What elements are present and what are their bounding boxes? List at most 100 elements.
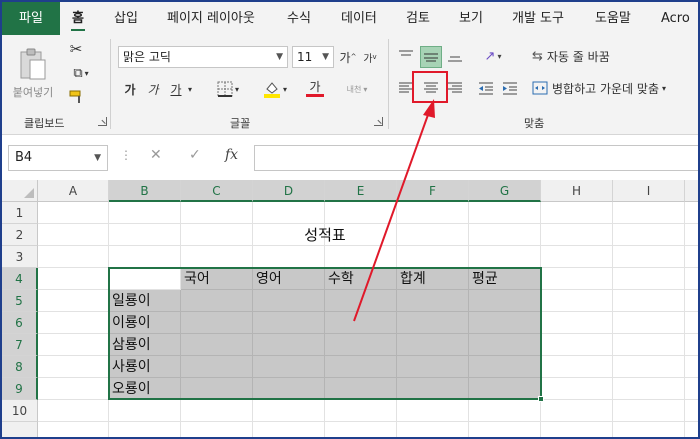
select-all-button[interactable] [2, 180, 38, 202]
cell[interactable] [109, 202, 181, 224]
cell[interactable] [38, 356, 109, 378]
cell[interactable] [253, 422, 325, 437]
name-cell[interactable]: 삼룡이 [109, 334, 181, 356]
font-launcher-icon[interactable] [374, 117, 383, 126]
cell[interactable] [397, 334, 469, 356]
cell[interactable] [469, 422, 541, 437]
column-header[interactable]: F [397, 180, 469, 202]
cell[interactable] [469, 312, 541, 334]
cell[interactable] [541, 202, 613, 224]
name-cell[interactable]: 일룡이 [109, 290, 181, 312]
phonetic-guide-icon[interactable]: 내천 ▾ [342, 79, 372, 99]
cell[interactable] [181, 378, 253, 400]
cell[interactable] [325, 312, 397, 334]
cell[interactable] [38, 422, 109, 437]
cell[interactable] [613, 334, 685, 356]
tab-data[interactable]: 데이터 [341, 2, 377, 35]
cell[interactable] [541, 246, 613, 268]
cell[interactable] [325, 400, 397, 422]
cell[interactable] [397, 246, 469, 268]
cell[interactable] [541, 400, 613, 422]
font-size-select[interactable]: 11 ▼ [292, 46, 334, 68]
bottom-align-icon[interactable] [445, 46, 465, 66]
cancel-icon[interactable]: ✕ [150, 147, 162, 163]
cell[interactable] [685, 246, 698, 268]
tab-help[interactable]: 도움말 [595, 2, 631, 35]
row-header[interactable]: 1 [2, 202, 38, 224]
name-cell[interactable]: 이룡이 [109, 312, 181, 334]
column-header[interactable]: I [613, 180, 685, 202]
cell[interactable] [541, 268, 613, 290]
cell[interactable] [541, 356, 613, 378]
tab-review[interactable]: 검토 [406, 2, 430, 35]
cell[interactable] [613, 224, 685, 246]
cell[interactable] [469, 224, 541, 246]
column-header[interactable]: H [541, 180, 613, 202]
cell[interactable] [469, 378, 541, 400]
format-painter-icon[interactable] [66, 87, 86, 107]
cell[interactable] [469, 202, 541, 224]
borders-icon[interactable]: ▾ [213, 79, 243, 99]
name-cell[interactable]: 사룡이 [109, 356, 181, 378]
fill-color-icon[interactable]: ▾ [258, 79, 292, 99]
cell[interactable] [325, 378, 397, 400]
cell[interactable] [469, 246, 541, 268]
cell[interactable] [181, 290, 253, 312]
cell[interactable] [397, 312, 469, 334]
row-header[interactable]: 10 [2, 400, 38, 422]
cell[interactable] [541, 378, 613, 400]
font-color-button[interactable]: 가 [298, 77, 332, 99]
cell[interactable] [469, 290, 541, 312]
cell[interactable] [685, 224, 698, 246]
cell[interactable] [109, 246, 181, 268]
copy-icon[interactable]: ⧉ ▾ [66, 63, 96, 83]
paste-button[interactable]: 붙여넣기 [10, 41, 56, 107]
cell[interactable] [325, 334, 397, 356]
underline-button[interactable]: 가 [168, 79, 184, 99]
italic-button[interactable]: 가 [145, 79, 161, 99]
cell[interactable] [685, 422, 698, 437]
cell[interactable] [685, 202, 698, 224]
cell[interactable] [181, 202, 253, 224]
column-header[interactable] [685, 180, 698, 202]
cell[interactable] [541, 290, 613, 312]
merge-center-button[interactable]: 병합하고 가운데 맞춤 ▾ [532, 77, 698, 99]
cell[interactable] [253, 312, 325, 334]
increase-font-size-icon[interactable]: 가 ^ [338, 48, 358, 66]
header-cell[interactable]: 수학 [325, 268, 397, 290]
row-header[interactable]: 2 [2, 224, 38, 246]
cell[interactable] [181, 356, 253, 378]
sheet-title[interactable]: 성적표 [253, 224, 397, 246]
cell[interactable] [181, 312, 253, 334]
row-header[interactable]: 7 [2, 334, 38, 356]
cell[interactable] [613, 356, 685, 378]
column-header[interactable]: E [325, 180, 397, 202]
cell[interactable] [469, 400, 541, 422]
row-header[interactable]: 5 [2, 290, 38, 312]
cell[interactable] [397, 378, 469, 400]
insert-function-icon[interactable]: fx [225, 147, 238, 163]
orientation-icon[interactable]: ↗ ▾ [478, 46, 508, 66]
tab-insert[interactable]: 삽입 [114, 2, 138, 35]
header-cell[interactable]: 평균 [469, 268, 541, 290]
bold-button[interactable]: 가 [122, 79, 138, 99]
row-header[interactable] [2, 422, 38, 437]
cell[interactable] [181, 334, 253, 356]
row-header[interactable]: 3 [2, 246, 38, 268]
cell[interactable] [253, 334, 325, 356]
cell[interactable] [253, 400, 325, 422]
column-header[interactable]: C [181, 180, 253, 202]
top-align-icon[interactable] [396, 46, 416, 66]
column-header[interactable]: A [38, 180, 109, 202]
tab-file[interactable]: 파일 [2, 2, 60, 35]
cut-icon[interactable]: ✂ [66, 39, 86, 59]
formula-input[interactable] [254, 145, 698, 171]
cell[interactable] [397, 400, 469, 422]
cell[interactable] [109, 422, 181, 437]
cell[interactable] [325, 246, 397, 268]
cell[interactable] [613, 202, 685, 224]
tab-home[interactable]: 홈 [71, 2, 85, 35]
cell[interactable] [397, 202, 469, 224]
cell[interactable] [325, 422, 397, 437]
cell[interactable] [181, 422, 253, 437]
